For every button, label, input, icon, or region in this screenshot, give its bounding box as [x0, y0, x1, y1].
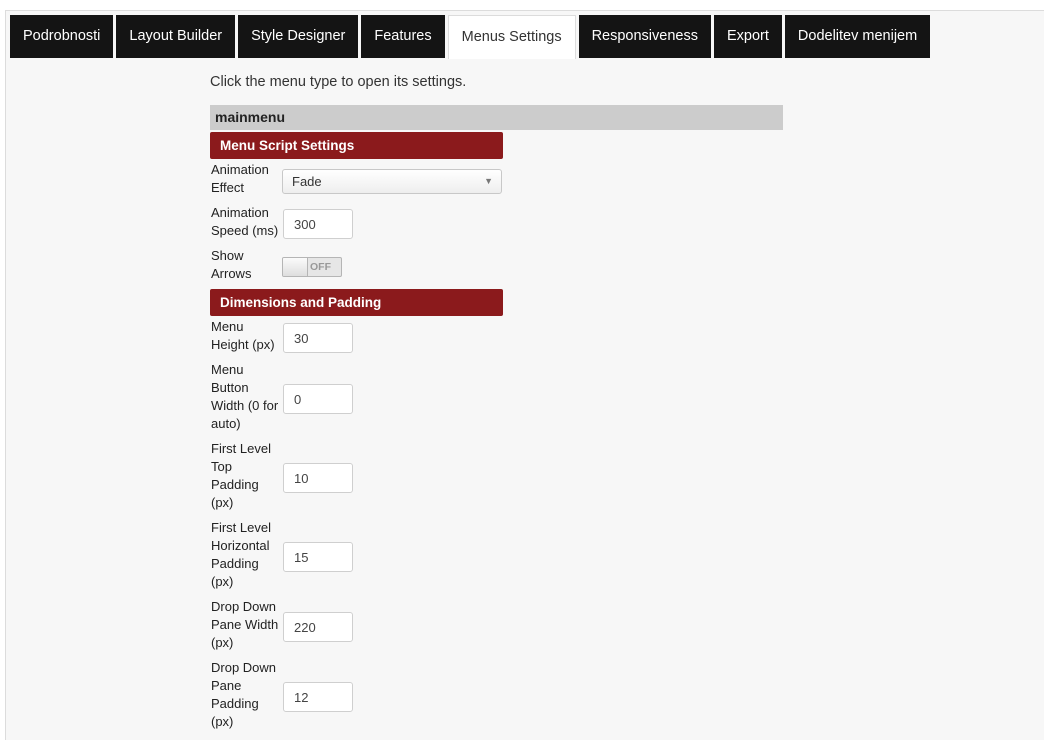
pane-padding-label: Drop Down Pane Padding (px) — [211, 660, 277, 729]
animation-effect-select[interactable]: Fade ▼ — [282, 169, 502, 194]
tab-features[interactable]: Features — [361, 15, 445, 58]
animation-speed-input[interactable] — [283, 209, 353, 239]
menu-height-input[interactable] — [283, 323, 353, 353]
settings-panel: Podrobnosti Layout Builder Style Designe… — [5, 10, 1044, 740]
toggle-state: OFF — [310, 261, 331, 273]
horizontal-padding-label: First Level Horizontal Padding (px) — [211, 520, 271, 589]
animation-effect-label: Animation Effect — [211, 162, 269, 195]
tab-export[interactable]: Export — [713, 15, 782, 58]
show-arrows-toggle[interactable]: OFF — [282, 257, 342, 277]
tab-layout-builder[interactable]: Layout Builder — [116, 15, 236, 58]
tab-bar: Podrobnosti Layout Builder Style Designe… — [10, 15, 931, 59]
button-width-input[interactable] — [283, 384, 353, 414]
horizontal-padding-input[interactable] — [283, 542, 353, 572]
intro-text: Click the menu type to open its settings… — [210, 74, 467, 90]
button-width-label: Menu Button Width (0 for auto) — [211, 362, 279, 431]
pane-padding-input[interactable] — [283, 682, 353, 712]
menu-height-label: Menu Height (px) — [211, 319, 275, 352]
top-padding-label: First Level Top Padding (px) — [211, 441, 271, 510]
pane-width-input[interactable] — [283, 612, 353, 642]
tab-dodelitev-menijem[interactable]: Dodelitev menijem — [784, 15, 931, 58]
tab-style-designer[interactable]: Style Designer — [238, 15, 359, 58]
section-header-dimensions: Dimensions and Padding — [210, 289, 503, 316]
top-padding-input[interactable] — [283, 463, 353, 493]
chevron-down-icon: ▼ — [484, 176, 493, 186]
section-header-script: Menu Script Settings — [210, 132, 503, 159]
animation-effect-value: Fade — [292, 174, 322, 189]
tab-podrobnosti[interactable]: Podrobnosti — [10, 15, 114, 58]
tab-responsiveness[interactable]: Responsiveness — [578, 15, 711, 58]
tab-menus-settings[interactable]: Menus Settings — [447, 15, 576, 59]
toggle-knob — [283, 258, 308, 276]
animation-speed-label: Animation Speed (ms) — [211, 205, 279, 238]
show-arrows-label: Show Arrows — [211, 248, 252, 281]
menu-type-mainmenu[interactable]: mainmenu — [210, 105, 783, 130]
pane-width-label: Drop Down Pane Width (px) — [211, 599, 279, 650]
